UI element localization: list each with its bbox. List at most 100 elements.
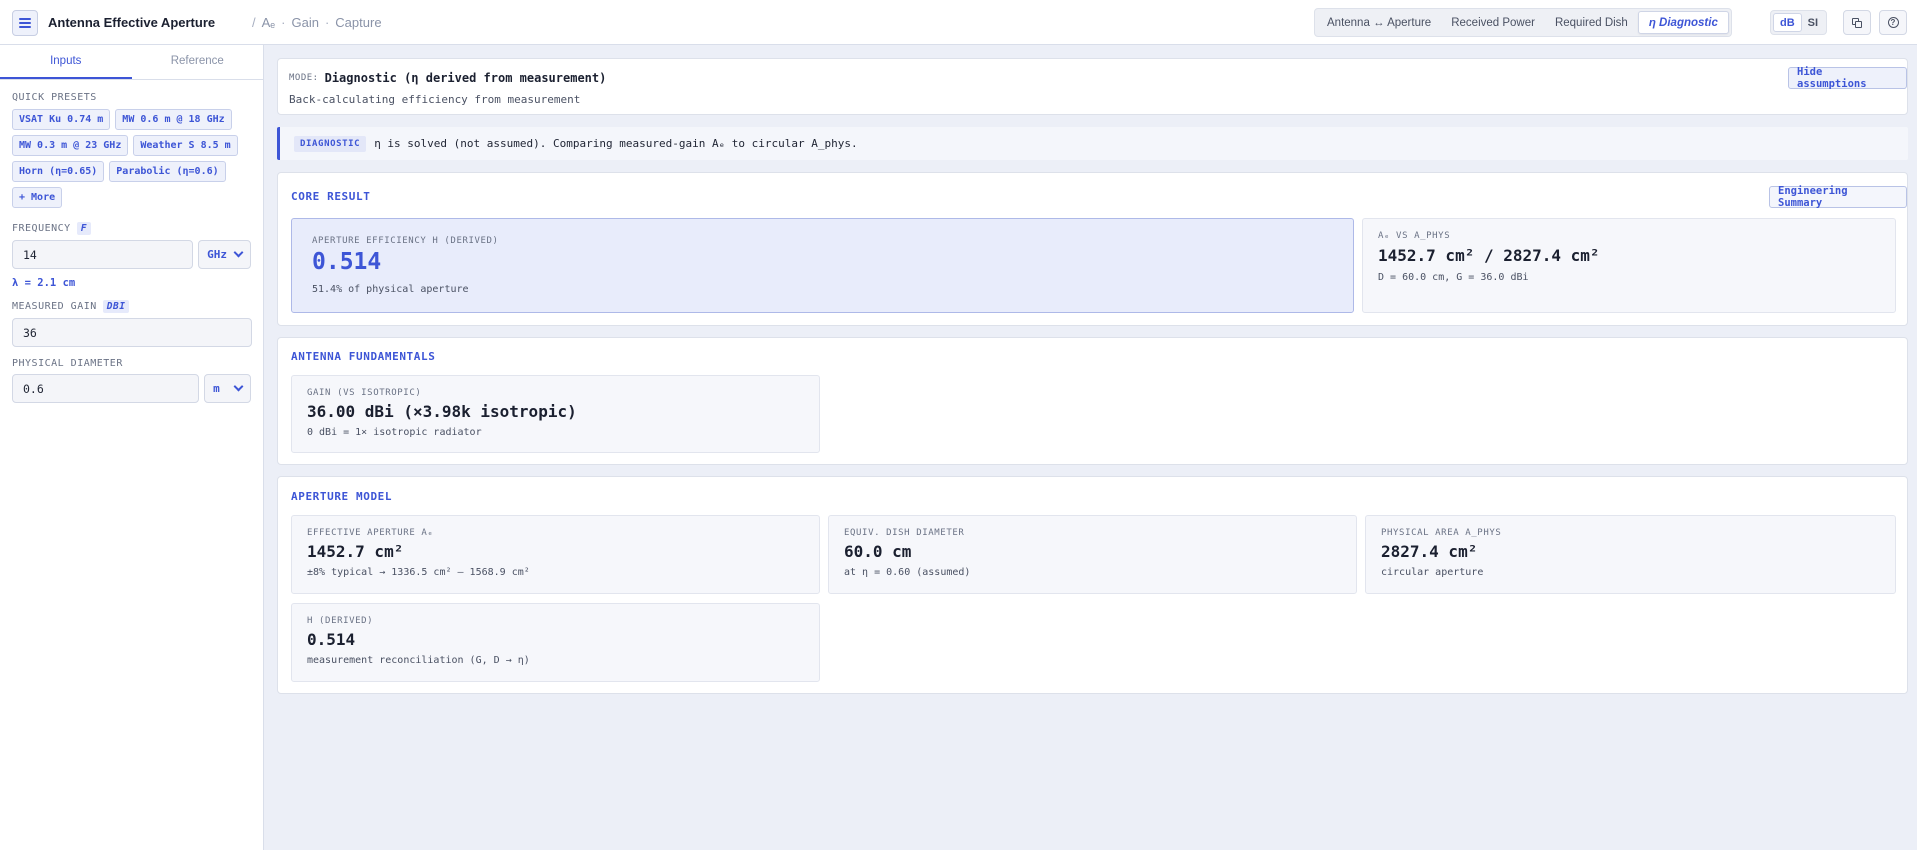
effective-aperture-value: 1452.7 cm² — [307, 542, 404, 561]
core-result-panel: CORE RESULT Engineering Summary APERTURE… — [277, 172, 1908, 326]
hide-assumptions-button[interactable]: Hide assumptions — [1788, 66, 1907, 90]
efficiency-sub: 51.4% of physical aperture — [312, 284, 469, 295]
breadcrumb-item: Aₑ — [261, 15, 276, 30]
efficiency-value: 0.514 — [312, 249, 382, 275]
physical-area-value: 2827.4 cm² — [1381, 542, 1478, 561]
breadcrumb-separator: · — [324, 15, 330, 30]
preset-weather-s[interactable]: Weather S 8.5 m — [133, 135, 238, 156]
unit-toggle: dB SI — [1770, 10, 1828, 35]
fundamentals-title: ANTENNA FUNDAMENTALS — [291, 350, 436, 363]
effective-aperture-sub: ±8% typical → 1336.5 cm² – 1568.9 cm² — [307, 567, 530, 578]
aperture-compare-sub: D = 60.0 cm, G = 36.0 dBi — [1378, 272, 1529, 283]
eta-derived-label: Η (DERIVED) — [307, 616, 374, 626]
dish-diameter-card: EQUIV. DISH DIAMETER 60.0 cm at η = 0.60… — [828, 515, 1357, 594]
dish-diameter-value: 60.0 cm — [844, 542, 912, 561]
mode-heading: MODE: Diagnostic (η derived from measure… — [289, 71, 606, 85]
frequency-unit-value: GHz — [207, 248, 228, 261]
tab-antenna-aperture[interactable]: Antenna ↔ Aperture — [1317, 11, 1441, 34]
tab-eta-diagnostic[interactable]: η Diagnostic — [1637, 11, 1729, 34]
help-button[interactable]: ? — [1879, 10, 1907, 35]
tab-reference[interactable]: Reference — [132, 45, 264, 79]
measured-gain-input[interactable]: 36 — [12, 318, 252, 347]
inputs-panel: QUICK PRESETS VSAT Ku 0.74 m MW 0.6 m @ … — [0, 92, 263, 403]
gain-card-sub: 0 dBi = 1× isotropic radiator — [307, 427, 482, 438]
presets-label: QUICK PRESETS — [12, 92, 97, 103]
mode-tabs: Antenna ↔ Aperture Received Power Requir… — [1314, 8, 1732, 37]
mode-panel: MODE: Diagnostic (η derived from measure… — [277, 58, 1908, 115]
aperture-compare-value: 1452.7 cm² / 2827.4 cm² — [1378, 246, 1600, 265]
mode-title: Diagnostic (η derived from measurement) — [324, 71, 607, 85]
sidebar: Inputs Reference QUICK PRESETS VSAT Ku 0… — [0, 45, 264, 850]
chevron-down-icon — [233, 247, 244, 258]
diameter-row: 0.6 m — [12, 374, 251, 403]
more-presets-button[interactable]: + More — [12, 187, 63, 208]
preset-mw-18ghz[interactable]: MW 0.6 m @ 18 GHz — [115, 109, 232, 130]
diameter-input[interactable]: 0.6 — [12, 374, 200, 403]
chevron-down-icon — [233, 381, 244, 392]
efficiency-label: APERTURE EFFICIENCY Η (DERIVED) — [312, 236, 499, 246]
effective-aperture-label: EFFECTIVE APERTURE Aₑ — [307, 528, 434, 538]
hamburger-icon — [19, 18, 31, 28]
physical-area-sub: circular aperture — [1381, 567, 1484, 578]
gain-label-text: MEASURED GAIN — [12, 301, 97, 312]
engineering-summary-button[interactable]: Engineering Summary — [1769, 185, 1907, 209]
physical-area-label: PHYSICAL AREA A_PHYS — [1381, 528, 1502, 538]
breadcrumb: / Aₑ · Gain · Capture — [246, 15, 382, 30]
mode-kicker: MODE: — [289, 73, 319, 83]
eta-derived-value: 0.514 — [307, 630, 356, 649]
tab-received-power[interactable]: Received Power — [1441, 11, 1545, 34]
physical-area-card: PHYSICAL AREA A_PHYS 2827.4 cm² circular… — [1365, 515, 1896, 594]
gain-unit-tag: DBI — [102, 300, 130, 313]
effective-aperture-card: EFFECTIVE APERTURE Aₑ 1452.7 cm² ±8% typ… — [291, 515, 820, 594]
breadcrumb-separator: / — [252, 15, 256, 30]
diagnostic-text: η is solved (not assumed). Comparing mea… — [374, 137, 858, 150]
wavelength-readout: λ = 2.1 cm — [12, 277, 76, 289]
aperture-model-panel: APERTURE MODEL EFFECTIVE APERTURE Aₑ 145… — [277, 476, 1908, 694]
fundamentals-panel: ANTENNA FUNDAMENTALS GAIN (VS ISOTROPIC)… — [277, 337, 1908, 465]
core-result-title: CORE RESULT — [291, 190, 371, 203]
diameter-unit-select[interactable]: m — [204, 374, 251, 403]
gain-card-label: GAIN (VS ISOTROPIC) — [307, 388, 422, 398]
frequency-input[interactable]: 14 — [12, 240, 194, 269]
tab-inputs[interactable]: Inputs — [0, 45, 132, 79]
gain-label: MEASURED GAIN DBI — [12, 300, 251, 313]
dish-diameter-label: EQUIV. DISH DIAMETER — [844, 528, 965, 538]
frequency-label: FREQUENCY F — [12, 222, 251, 235]
copy-button[interactable] — [1843, 10, 1871, 35]
presets-list: VSAT Ku 0.74 m MW 0.6 m @ 18 GHz MW 0.3 … — [12, 109, 252, 208]
unit-si-button[interactable]: SI — [1802, 13, 1824, 32]
preset-horn[interactable]: Horn (η=0.65) — [12, 161, 105, 182]
preset-mw-23ghz[interactable]: MW 0.3 m @ 23 GHz — [12, 135, 129, 156]
breadcrumb-separator: · — [281, 15, 286, 30]
top-bar: Antenna Effective Aperture / Aₑ · Gain · Capt… — [0, 0, 1917, 45]
diameter-label: PHYSICAL DIAMETER — [12, 358, 123, 369]
frequency-label-text: FREQUENCY — [12, 223, 71, 234]
diagnostic-banner: DIAGNOSTIC η is solved (not assumed). Co… — [277, 127, 1908, 160]
frequency-unit-select[interactable]: GHz — [198, 240, 251, 269]
eta-derived-card: Η (DERIVED) 0.514 measurement reconcilia… — [291, 603, 820, 682]
unit-db-button[interactable]: dB — [1773, 13, 1802, 32]
sidebar-tabs: Inputs Reference — [0, 45, 263, 80]
diameter-unit-value: m — [213, 382, 220, 395]
menu-button[interactable] — [12, 10, 38, 36]
eta-derived-sub: measurement reconciliation (G, D → η) — [307, 655, 530, 666]
aperture-compare-label: Aₑ VS A_PHYS — [1378, 231, 1451, 241]
gain-card-value: 36.00 dBi (×3.98k isotropic) — [307, 402, 577, 421]
efficiency-card: APERTURE EFFICIENCY Η (DERIVED) 0.514 51… — [291, 218, 1354, 313]
breadcrumb-item: Capture — [335, 15, 382, 30]
preset-parabolic[interactable]: Parabolic (η=0.6) — [109, 161, 226, 182]
breadcrumb-item: Gain — [291, 15, 319, 30]
app-title: Antenna Effective Aperture — [48, 15, 216, 30]
diagnostic-badge: DIAGNOSTIC — [294, 135, 367, 152]
help-icon: ? — [1887, 17, 1899, 28]
frequency-row: 14 GHz — [12, 240, 251, 269]
copy-icon — [1852, 17, 1862, 28]
aperture-compare-card: Aₑ VS A_PHYS 1452.7 cm² / 2827.4 cm² D =… — [1362, 218, 1896, 313]
aperture-model-title: APERTURE MODEL — [291, 490, 393, 503]
frequency-symbol: F — [76, 222, 91, 235]
dish-diameter-sub: at η = 0.60 (assumed) — [844, 567, 971, 578]
preset-vsat-ku[interactable]: VSAT Ku 0.74 m — [12, 109, 111, 130]
tab-required-dish[interactable]: Required Dish — [1545, 11, 1638, 34]
gain-card: GAIN (VS ISOTROPIC) 36.00 dBi (×3.98k is… — [291, 375, 820, 453]
mode-subtitle: Back-calculating efficiency from measure… — [289, 93, 581, 106]
